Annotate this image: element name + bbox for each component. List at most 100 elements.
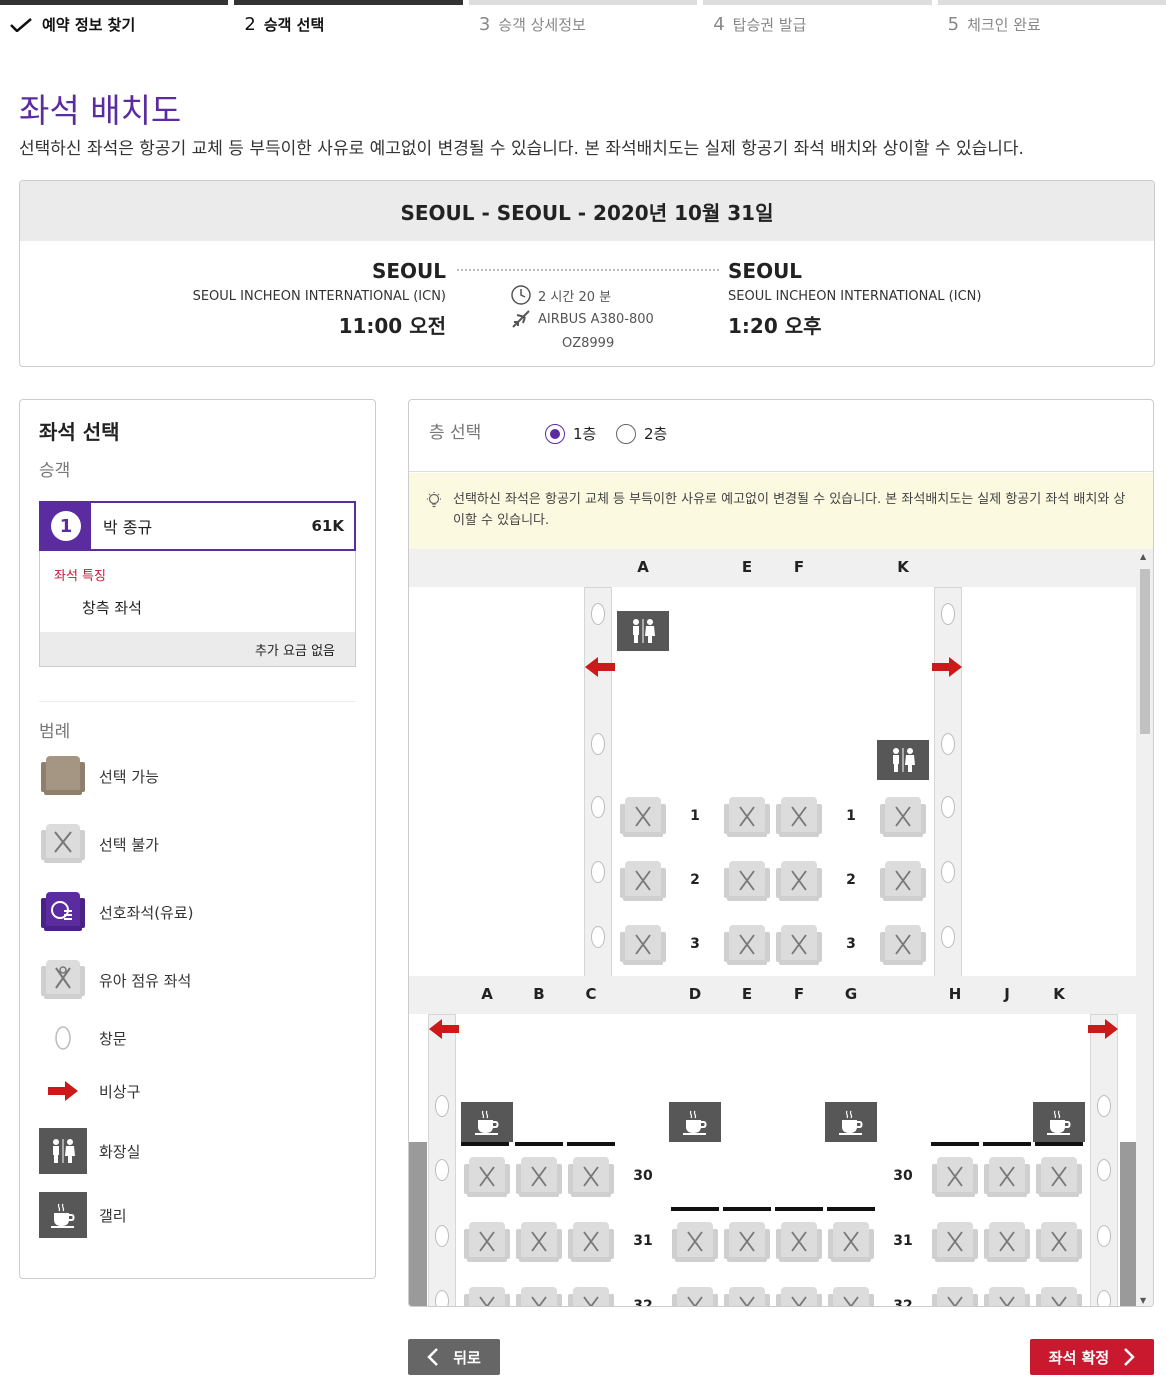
bulkhead-line <box>775 1207 823 1211</box>
legend-item: 비상구 <box>39 1068 140 1114</box>
legend-item: 창문 <box>39 1015 127 1061</box>
lavatory-icon <box>617 611 669 651</box>
deck-1-radio[interactable]: 1층 <box>545 423 596 444</box>
back-button[interactable]: 뒤로 <box>408 1339 500 1375</box>
infant-seat-icon <box>39 957 87 1003</box>
seat-unavailable <box>723 1285 771 1306</box>
legend-label: 화장실 <box>99 1142 141 1161</box>
seat-unavailable <box>723 1220 771 1264</box>
seat-unavailable <box>619 859 667 903</box>
bulkhead-line <box>931 1142 979 1146</box>
step-label: 승객 선택 <box>263 16 325 34</box>
seatmap-notice: 선택하신 좌석은 항공기 교체 등 부득이한 사유로 예고없이 변경될 수 있습… <box>409 473 1153 549</box>
legend-label: 창문 <box>99 1029 127 1048</box>
seatmap-scrollbar[interactable]: ▲ ▼ <box>1136 549 1153 1306</box>
row-number: 3 <box>846 936 856 952</box>
row-number: 3 <box>690 936 700 952</box>
window-icon <box>941 796 955 818</box>
window-icon <box>941 926 955 948</box>
legend-item: 선호좌석(유료) <box>39 889 194 935</box>
exit-arrow-icon <box>931 656 963 682</box>
row-number: 32 <box>893 1298 913 1307</box>
column-header: A <box>637 558 649 576</box>
passenger-seat: 61K <box>311 517 345 535</box>
seat-unavailable <box>775 795 823 839</box>
deck-2-radio[interactable]: 2층 <box>616 423 667 444</box>
column-header: H <box>948 985 962 1003</box>
seat-unavailable <box>983 1285 1031 1306</box>
flight-header: SEOUL - SEOUL - 2020년 10월 31일 <box>20 181 1154 241</box>
exit-arrow-icon <box>428 1018 460 1044</box>
row-number: 30 <box>893 1168 913 1184</box>
column-header: F <box>793 985 805 1003</box>
window-icon <box>591 926 605 948</box>
scroll-thumb[interactable] <box>1140 569 1150 734</box>
window-icon <box>435 1225 449 1247</box>
window-icon <box>1097 1159 1111 1181</box>
step-5: 5 체크인 완료 <box>937 0 1166 44</box>
seat-unavailable <box>567 1155 615 1199</box>
seat-unavailable <box>723 795 771 839</box>
seat-feature-title: 좌석 특징 <box>54 569 106 584</box>
seat-unavailable <box>1035 1155 1083 1199</box>
window-icon <box>591 733 605 755</box>
confirm-seat-button[interactable]: 좌석 확정 <box>1030 1339 1154 1375</box>
legend-item: 선택 가능 <box>39 753 159 799</box>
step-label: 예약 정보 찾기 <box>42 16 136 34</box>
legend-label: 갤리 <box>99 1206 127 1225</box>
legend-item: 화장실 <box>39 1128 140 1174</box>
bulkhead-line <box>1035 1142 1083 1146</box>
step-2: 2 승객 선택 <box>234 0 463 44</box>
deck-selector: 층 선택 1층 2층 <box>409 400 1153 472</box>
legend-label: 선택 불가 <box>99 835 159 854</box>
seat-unavailable <box>723 859 771 903</box>
check-icon <box>10 17 32 32</box>
scroll-up-arrow-icon[interactable]: ▲ <box>1140 552 1146 561</box>
cabin-wall-left <box>584 587 612 977</box>
window-icon <box>435 1290 449 1306</box>
window-icon <box>1097 1095 1111 1117</box>
column-header: G <box>844 985 858 1003</box>
legend-label: 선호좌석(유료) <box>99 903 194 922</box>
step-1: 예약 정보 찾기 <box>0 0 229 44</box>
legend-title: 범례 <box>39 722 71 742</box>
bulkhead-line <box>983 1142 1031 1146</box>
legend-label: 유아 점유 좌석 <box>99 971 192 990</box>
step-number: 5 <box>947 14 960 35</box>
exit-arrow-icon <box>584 656 616 682</box>
column-header: A <box>481 985 493 1003</box>
seat-unavailable <box>775 1285 823 1306</box>
galley-icon <box>461 1102 513 1142</box>
column-header-bar <box>409 549 1138 587</box>
bulkhead-line <box>827 1207 875 1211</box>
seat-unavailable <box>827 1285 875 1306</box>
origin-airport: SEOUL INCHEON INTERNATIONAL (ICN) <box>192 289 446 304</box>
passenger-card[interactable]: 1 박 종규 61K <box>39 501 356 551</box>
column-header: B <box>533 985 545 1003</box>
window-icon <box>591 861 605 883</box>
window-icon <box>941 733 955 755</box>
row-number: 1 <box>690 808 700 824</box>
legend-item: 유아 점유 좌석 <box>39 957 191 1003</box>
panel-title: 좌석 선택 <box>39 420 120 444</box>
extra-fee: 추가 요금 없음 <box>40 632 355 666</box>
deck-label: 층 선택 <box>429 423 482 443</box>
seat-unavailable <box>515 1220 563 1264</box>
window-icon <box>39 1015 87 1061</box>
seat-unavailable <box>931 1220 979 1264</box>
flight-summary-card: SEOUL - SEOUL - 2020년 10월 31일 SEOUL SEOU… <box>19 180 1155 367</box>
step-label: 승객 상세정보 <box>498 16 586 34</box>
galley-icon <box>825 1102 877 1142</box>
seat-unavailable <box>775 923 823 967</box>
divider <box>39 701 356 702</box>
lightbulb-icon <box>427 492 441 508</box>
step-label: 탑승권 발급 <box>732 16 807 34</box>
column-header: D <box>688 985 702 1003</box>
row-number: 2 <box>846 872 856 888</box>
preferred-paid-seat-icon <box>39 889 87 935</box>
seat-unavailable <box>619 795 667 839</box>
aircraft-type: AIRBUS A380-800 <box>538 311 654 327</box>
row-number: 31 <box>893 1233 913 1249</box>
radio-unchecked-icon <box>616 423 636 444</box>
scroll-down-arrow-icon[interactable]: ▼ <box>1140 1296 1146 1305</box>
